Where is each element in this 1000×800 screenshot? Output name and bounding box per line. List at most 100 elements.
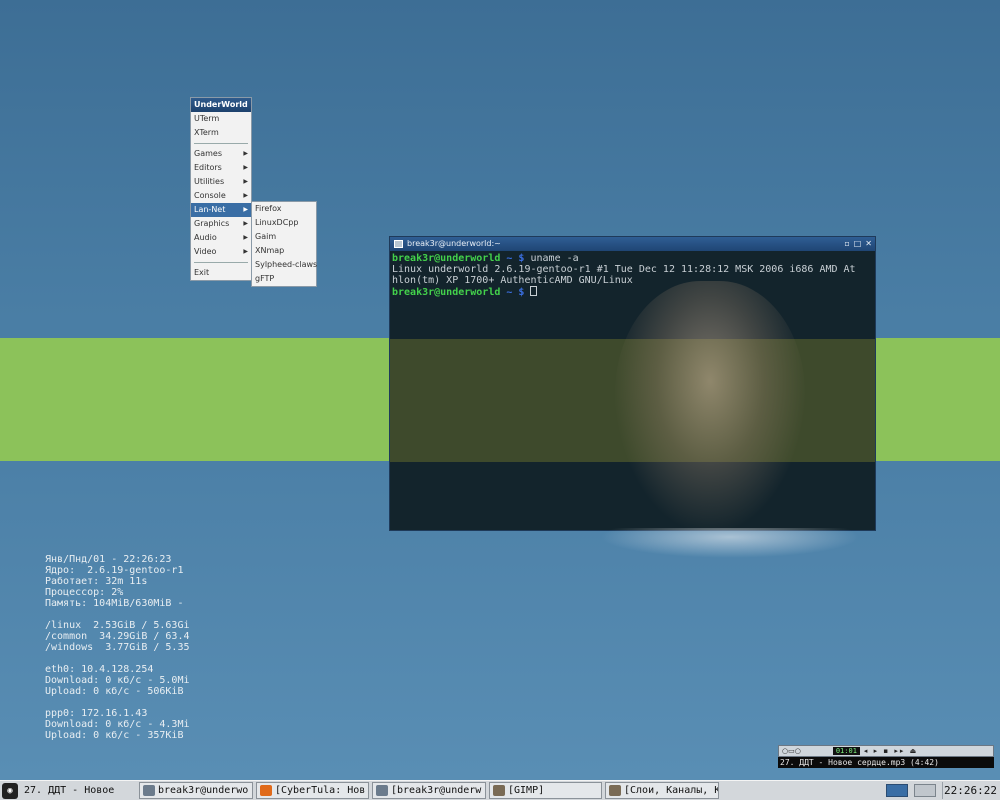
taskbar-item-label: break3r@underwo [158,785,249,796]
prompt-path: ~ $ [500,253,531,264]
terminal-window[interactable]: break3r@underworld:~ ▫ □ ✕ break3r@under… [389,236,876,531]
player-menu-icon[interactable]: ○▭○ [782,747,801,755]
taskbar-item[interactable]: [Слои, Каналы, К [605,782,719,799]
typed-command: uname -a [530,253,579,264]
menu-item-uterm[interactable]: UTerm [191,112,251,126]
submenu-item-gftp[interactable]: gFTP [252,272,316,286]
chevron-right-icon: ▶ [243,150,248,157]
chevron-right-icon: ▶ [243,206,248,213]
window-buttons: ▫ □ ✕ [844,237,872,251]
text-cursor [530,286,538,296]
menu-separator [194,143,248,144]
menu-item-video[interactable]: Video ▶ [191,245,251,259]
wallpaper-snow-splash [600,528,860,558]
menu-separator [194,262,248,263]
root-menu: UnderWorld UTerm XTerm Games ▶ Editors ▶ Utili… [190,97,252,281]
conky-line: Download: 0 кб/с - 4.3Mi [45,719,190,730]
pager-desktop-1[interactable] [886,784,908,797]
iconify-button[interactable]: ▫ [844,237,849,251]
terminal-output: break3r@underworld ~ $ uname -a Linux un… [392,253,856,298]
pager-desktop-2[interactable] [914,784,936,797]
conky-line: Download: 0 кб/с - 5.0Mi [45,675,190,686]
chevron-right-icon: ▶ [243,164,248,171]
menu-item-lan-net[interactable]: Lan-Net ▶ [191,203,251,217]
openbox-icon[interactable]: ◉ [2,782,18,799]
desktop-pager [882,782,942,799]
menu-item-label: Lan-Net [194,205,226,214]
terminal-icon [143,785,155,796]
chevron-right-icon: ▶ [243,234,248,241]
submenu-item-linuxdcpp[interactable]: LinuxDCpp [252,216,316,230]
conky-monitor: Янв/Пнд/01 - 22:26:23 Ядро: 2.6.19-gentoo… [45,554,190,741]
player-controls: ○▭○ 01:01 ◂ ▸ ▪ ▸▸ ⏏ [778,745,994,757]
player-time: 01:01 [832,747,860,755]
conky-line: /common 34.29GiB / 63.4 [45,631,190,642]
prompt-user-2: break3r@underworld [392,287,501,298]
prompt-path-2: ~ $ [500,287,531,298]
conky-line: eth0: 10.4.128.254 [45,664,154,675]
audio-player[interactable]: ○▭○ 01:01 ◂ ▸ ▪ ▸▸ ⏏ 27. ДДТ - Новое сер… [778,745,994,769]
taskbar-item[interactable]: break3r@underwo [139,782,253,799]
taskbar-clock: 22:26:22 [942,782,997,799]
taskbar-item-label: [CyberTula: Нов [275,785,366,796]
prompt-user: break3r@underworld [392,253,501,264]
taskbar-item[interactable]: [GIMP] [489,782,602,799]
player-buttons[interactable]: ◂ ▸ ▪ ▸▸ ⏏ [864,747,918,755]
menu-item-label: Games [194,149,222,158]
taskbar-item-label: 27. ДДТ - Новое [24,785,115,796]
menu-item-xterm[interactable]: XTerm [191,126,251,140]
menu-item-label: Video [194,247,217,256]
submenu-item-firefox[interactable]: Firefox [252,202,316,216]
gimp-icon [493,785,505,796]
taskbar-item-label: [GIMP] [508,785,545,796]
taskbar-item-label: [Слои, Каналы, К [624,785,719,796]
menu-item-audio[interactable]: Audio ▶ [191,231,251,245]
conky-line: /windows 3.77GiB / 5.35 [45,642,190,653]
submenu-item-gaim[interactable]: Gaim [252,230,316,244]
close-button[interactable]: ✕ [865,237,872,251]
conky-line [45,653,190,664]
menu-item-graphics[interactable]: Graphics ▶ [191,217,251,231]
terminal-titlebar[interactable]: break3r@underworld:~ ▫ □ ✕ [390,237,875,251]
taskbar-item-label: [break3r@underw [391,785,482,796]
submenu-item-xnmap[interactable]: XNmap [252,244,316,258]
gimp-icon [609,785,621,796]
terminal-wallpaper-portrait [615,281,805,530]
maximize-button[interactable]: □ [854,237,862,251]
terminal-icon [376,785,388,796]
command-output: Linux underworld 2.6.19-gentoo-r1 #1 Tue… [392,264,856,286]
chevron-right-icon: ▶ [243,248,248,255]
terminal-icon [394,240,403,248]
conky-line [45,609,190,620]
conky-line: Работает: 32m 11s [45,576,148,587]
conky-line: Upload: 0 кб/с - 357KiB [45,730,184,741]
terminal-title: break3r@underworld:~ [407,239,501,248]
menu-item-label: Graphics [194,219,230,228]
menu-item-console[interactable]: Console ▶ [191,189,251,203]
taskbar-item[interactable]: [break3r@underw [372,782,486,799]
conky-line: Ядро: 2.6.19-gentoo-r1 [45,565,184,576]
menu-item-utilities[interactable]: Utilities ▶ [191,175,251,189]
menu-item-label: Exit [194,268,210,277]
taskbar-item[interactable]: [CyberTula: Нов [256,782,369,799]
menu-item-label: Utilities [194,177,225,186]
firefox-icon [260,785,272,796]
taskbar-item[interactable]: 27. ДДТ - Новое [21,782,136,799]
menu-title: UnderWorld [191,98,251,112]
conky-line: /linux 2.53GiB / 5.63Gi [45,620,190,631]
menu-item-label: Console [194,191,226,200]
submenu-item-sylpheed-claws[interactable]: Sylpheed-claws [252,258,317,272]
player-track-title: 27. ДДТ - Новое сердце.mp3 (4:42) [778,757,994,768]
chevron-right-icon: ▶ [243,178,248,185]
menu-item-editors[interactable]: Editors ▶ [191,161,251,175]
conky-line: Янв/Пнд/01 - 22:26:23 [45,554,172,565]
menu-item-label: UTerm [194,114,220,123]
conky-line: Память: 104MiB/630MiB - [45,598,184,609]
conky-line [45,697,190,708]
conky-line: ppp0: 172.16.1.43 [45,708,148,719]
menu-item-exit[interactable]: Exit [191,266,251,280]
menu-item-games[interactable]: Games ▶ [191,147,251,161]
menu-item-label: Audio [194,233,217,242]
conky-line: Upload: 0 кб/с - 506KiB [45,686,184,697]
taskbar: ◉ 27. ДДТ - Новое break3r@underwo [CyberTu… [0,780,1000,800]
